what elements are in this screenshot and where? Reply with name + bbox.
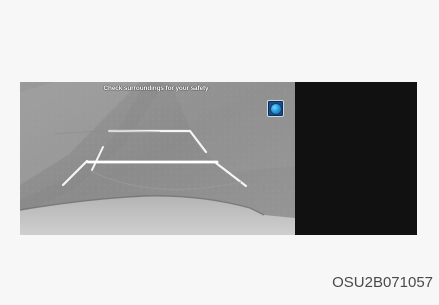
rear-camera-screen: Check surroundings for your safety (20, 82, 417, 235)
side-display-panel (295, 82, 417, 235)
warning-message: Check surroundings for your safety (103, 85, 209, 92)
camera-image (20, 82, 295, 235)
camera-icon (270, 103, 281, 114)
figure-code: OSU2B071057 (332, 274, 433, 291)
rear-camera-view: Check surroundings for your safety (20, 82, 295, 235)
camera-settings-button[interactable] (267, 100, 284, 117)
